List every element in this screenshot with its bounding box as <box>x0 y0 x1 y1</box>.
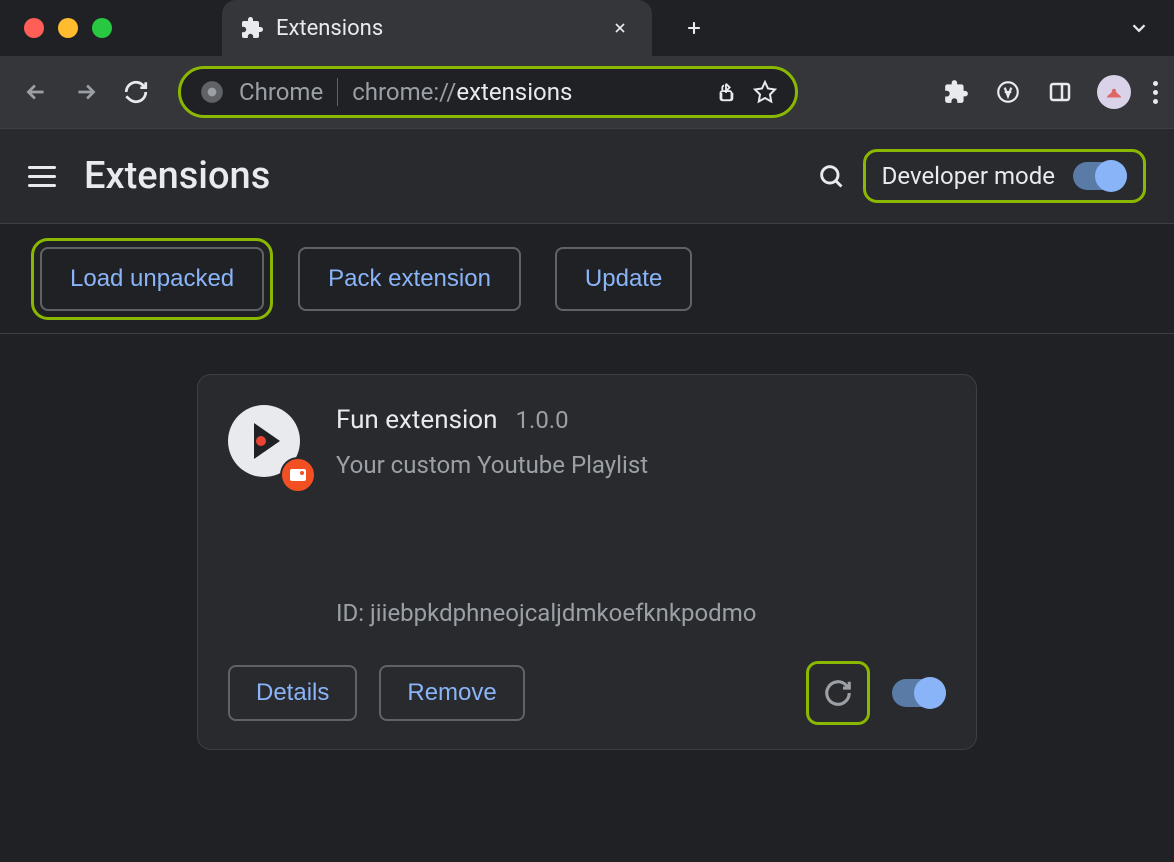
remove-button[interactable]: Remove <box>379 665 524 721</box>
browser-tab[interactable]: Extensions <box>222 0 652 56</box>
tab-title: Extensions <box>276 16 594 41</box>
chrome-logo-icon <box>199 79 225 105</box>
unpacked-badge-icon <box>280 457 316 493</box>
extension-id: ID: jiiebpkdphneojcaljdmkoefknkpodmo <box>336 599 946 627</box>
address-url: chrome://extensions <box>352 78 572 106</box>
extension-card: Fun extension 1.0.0 Your custom Youtube … <box>197 374 977 750</box>
forward-button[interactable] <box>66 72 106 112</box>
reload-extension-button[interactable] <box>815 670 861 716</box>
search-button[interactable] <box>817 162 845 190</box>
extensions-puzzle-icon[interactable] <box>941 77 971 107</box>
extension-shortcut-icon[interactable] <box>993 77 1023 107</box>
toolbar-right-group <box>941 75 1158 109</box>
address-bar-highlight: Chrome chrome://extensions <box>178 66 798 118</box>
window-maximize-button[interactable] <box>92 18 112 38</box>
extensions-header: Extensions Developer mode <box>0 128 1174 224</box>
update-button[interactable]: Update <box>555 247 692 311</box>
browser-menu-button[interactable] <box>1153 81 1158 104</box>
browser-toolbar: Chrome chrome://extensions <box>0 56 1174 128</box>
address-separator <box>337 78 338 106</box>
puzzle-icon <box>240 16 264 40</box>
toggle-knob <box>1095 160 1127 192</box>
toggle-knob <box>914 677 946 709</box>
window-titlebar: Extensions <box>0 0 1174 56</box>
address-scheme-label: Chrome <box>239 78 323 106</box>
window-close-button[interactable] <box>24 18 44 38</box>
address-bar[interactable]: Chrome chrome://extensions <box>178 66 798 118</box>
share-icon[interactable] <box>715 81 737 103</box>
developer-mode-label: Developer mode <box>882 162 1055 190</box>
menu-button[interactable] <box>28 162 56 190</box>
bookmark-star-icon[interactable] <box>753 80 777 104</box>
tabs-dropdown-button[interactable] <box>1128 17 1150 39</box>
extensions-list: Fun extension 1.0.0 Your custom Youtube … <box>0 334 1174 750</box>
profile-avatar[interactable] <box>1097 75 1131 109</box>
load-unpacked-button[interactable]: Load unpacked <box>40 247 264 311</box>
close-tab-button[interactable] <box>606 14 634 42</box>
new-tab-button[interactable] <box>676 10 712 46</box>
developer-actions-row: Load unpacked Pack extension Update <box>0 224 1174 334</box>
back-button[interactable] <box>16 72 56 112</box>
extension-version: 1.0.0 <box>516 406 569 434</box>
details-button[interactable]: Details <box>228 665 357 721</box>
window-minimize-button[interactable] <box>58 18 78 38</box>
side-panel-icon[interactable] <box>1045 77 1075 107</box>
pack-extension-button[interactable]: Pack extension <box>298 247 521 311</box>
developer-mode-toggle[interactable] <box>1073 162 1127 190</box>
page-title: Extensions <box>84 154 270 198</box>
reload-page-button[interactable] <box>116 72 156 112</box>
window-controls <box>24 18 112 38</box>
extension-description: Your custom Youtube Playlist <box>336 451 946 479</box>
developer-mode-highlight: Developer mode <box>863 149 1146 203</box>
reload-extension-highlight <box>806 661 870 725</box>
extension-name: Fun extension <box>336 405 498 435</box>
extension-enable-toggle[interactable] <box>892 679 946 707</box>
extension-icon <box>228 405 308 485</box>
